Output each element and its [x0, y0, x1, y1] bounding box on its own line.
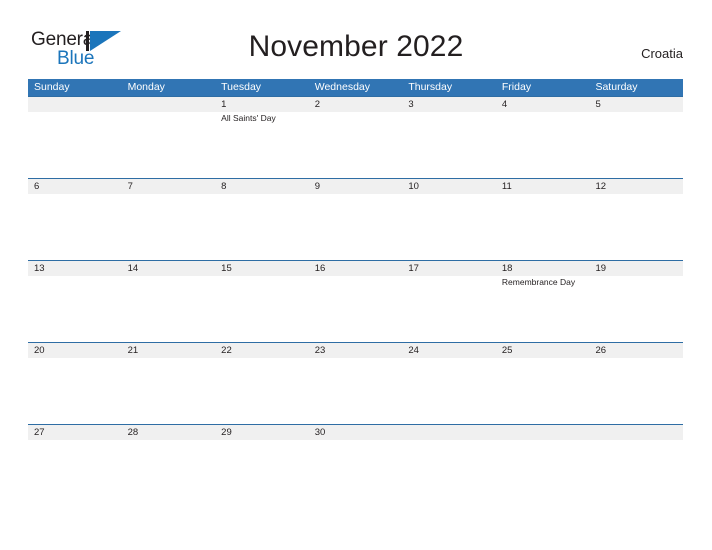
day-number[interactable]: 14	[122, 261, 216, 276]
day-event[interactable]	[309, 194, 403, 260]
day-number[interactable]	[496, 425, 590, 440]
week-event-band	[28, 358, 683, 424]
calendar-week-row: 27 28 29 30	[28, 424, 683, 506]
day-number[interactable]: 2	[309, 97, 403, 112]
day-event[interactable]	[122, 276, 216, 342]
day-event[interactable]	[215, 194, 309, 260]
day-event[interactable]	[402, 358, 496, 424]
day-number[interactable]: 25	[496, 343, 590, 358]
day-number[interactable]: 8	[215, 179, 309, 194]
calendar-grid: Sunday Monday Tuesday Wednesday Thursday…	[28, 79, 683, 506]
day-event[interactable]	[496, 440, 590, 506]
day-event[interactable]: Remembrance Day	[496, 276, 590, 342]
day-number[interactable]: 6	[28, 179, 122, 194]
day-event[interactable]	[309, 112, 403, 178]
day-number[interactable]: 12	[589, 179, 683, 194]
day-event[interactable]	[402, 194, 496, 260]
week-event-band	[28, 440, 683, 506]
calendar-week-row: 6 7 8 9 10 11 12	[28, 178, 683, 260]
day-event[interactable]	[496, 358, 590, 424]
day-event[interactable]	[402, 276, 496, 342]
day-number[interactable]: 24	[402, 343, 496, 358]
weekday-header-tuesday: Tuesday	[221, 81, 262, 93]
week-date-band: 6 7 8 9 10 11 12	[28, 179, 683, 194]
page-header: General Blue November 2022 Croatia	[0, 0, 712, 79]
weekday-header-saturday: Saturday	[595, 81, 638, 93]
day-number[interactable]	[122, 97, 216, 112]
day-number[interactable]: 27	[28, 425, 122, 440]
day-number[interactable]: 1	[215, 97, 309, 112]
weekday-header-thursday: Thursday	[408, 81, 453, 93]
day-number[interactable]	[28, 97, 122, 112]
day-event[interactable]: All Saints' Day	[215, 112, 309, 178]
weekday-header-monday: Monday	[127, 81, 165, 93]
week-date-band: 13 14 15 16 17 18 19	[28, 261, 683, 276]
day-number[interactable]: 5	[589, 97, 683, 112]
day-event[interactable]	[122, 112, 216, 178]
day-number[interactable]: 9	[309, 179, 403, 194]
day-event[interactable]	[496, 112, 590, 178]
day-event[interactable]	[402, 112, 496, 178]
week-event-band	[28, 194, 683, 260]
calendar-week-row: 20 21 22 23 24 25 26	[28, 342, 683, 424]
day-event[interactable]	[309, 276, 403, 342]
day-event[interactable]	[589, 194, 683, 260]
weekday-header-row: Sunday Monday Tuesday Wednesday Thursday…	[28, 79, 683, 96]
day-event[interactable]	[28, 276, 122, 342]
calendar-week-row: 13 14 15 16 17 18 19 Remembrance Day	[28, 260, 683, 342]
day-number[interactable]: 28	[122, 425, 216, 440]
day-event[interactable]	[215, 276, 309, 342]
calendar-week-row: 1 2 3 4 5 All Saints' Day	[28, 96, 683, 178]
day-number[interactable]: 26	[589, 343, 683, 358]
day-number[interactable]	[589, 425, 683, 440]
day-number[interactable]: 15	[215, 261, 309, 276]
day-event[interactable]	[28, 440, 122, 506]
day-event[interactable]	[122, 358, 216, 424]
day-event[interactable]	[496, 194, 590, 260]
day-event[interactable]	[589, 358, 683, 424]
day-event[interactable]	[589, 112, 683, 178]
day-number[interactable]: 22	[215, 343, 309, 358]
day-number[interactable]: 19	[589, 261, 683, 276]
day-event[interactable]	[402, 440, 496, 506]
day-number[interactable]: 21	[122, 343, 216, 358]
week-date-band: 27 28 29 30	[28, 425, 683, 440]
day-number[interactable]: 17	[402, 261, 496, 276]
day-event[interactable]	[28, 358, 122, 424]
day-number[interactable]	[402, 425, 496, 440]
day-event[interactable]	[28, 112, 122, 178]
day-event[interactable]	[589, 276, 683, 342]
day-number[interactable]: 13	[28, 261, 122, 276]
page-title: November 2022	[248, 30, 464, 63]
day-event[interactable]	[122, 440, 216, 506]
day-number[interactable]: 3	[402, 97, 496, 112]
day-number[interactable]: 20	[28, 343, 122, 358]
day-number[interactable]: 29	[215, 425, 309, 440]
day-number[interactable]: 11	[496, 179, 590, 194]
day-number[interactable]: 30	[309, 425, 403, 440]
week-date-band: 1 2 3 4 5	[28, 97, 683, 112]
day-number[interactable]: 18	[496, 261, 590, 276]
day-number[interactable]: 16	[309, 261, 403, 276]
day-event[interactable]	[215, 440, 309, 506]
day-event[interactable]	[589, 440, 683, 506]
week-event-band: Remembrance Day	[28, 276, 683, 342]
day-event[interactable]	[309, 440, 403, 506]
day-number[interactable]: 23	[309, 343, 403, 358]
week-event-band: All Saints' Day	[28, 112, 683, 178]
day-number[interactable]: 4	[496, 97, 590, 112]
day-event[interactable]	[309, 358, 403, 424]
week-date-band: 20 21 22 23 24 25 26	[28, 343, 683, 358]
day-event[interactable]	[215, 358, 309, 424]
weekday-header-friday: Friday	[501, 81, 532, 93]
weekday-header-sunday: Sunday	[34, 81, 70, 93]
weekday-header-wednesday: Wednesday	[314, 81, 370, 93]
region-label: Croatia	[641, 46, 683, 61]
day-number[interactable]: 10	[402, 179, 496, 194]
day-event[interactable]	[28, 194, 122, 260]
day-number[interactable]: 7	[122, 179, 216, 194]
day-event[interactable]	[122, 194, 216, 260]
